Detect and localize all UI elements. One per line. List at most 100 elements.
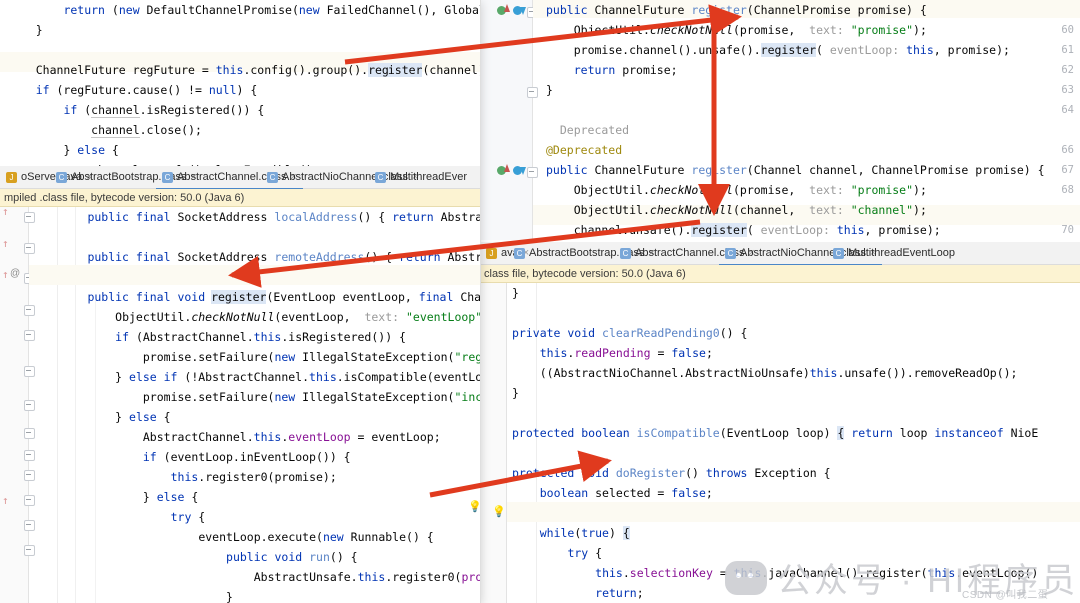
code-token: else if (129, 370, 178, 384)
code-line[interactable]: if (regFuture.cause() != null) { (8, 80, 480, 100)
code-token: ChannelPromise (460, 290, 481, 304)
code-token: try (170, 510, 192, 524)
code-line[interactable]: if (eventLoop.inEventLoop()) { (32, 447, 480, 467)
code-line[interactable]: try { (32, 507, 480, 527)
code-line[interactable]: protected boolean isCompatible(EventLoop… (512, 423, 1038, 443)
code-line[interactable]: public final SocketAddress remoteAddress… (32, 247, 480, 267)
code-line[interactable]: } (512, 283, 1038, 303)
code-line[interactable] (512, 303, 1038, 323)
code-token: } (546, 83, 553, 97)
code-line[interactable]: public ChannelFuture register(ChannelPro… (546, 0, 1045, 20)
code-line[interactable] (512, 443, 1038, 463)
code-line[interactable]: public final void register(EventLoop eve… (32, 287, 481, 307)
code-line[interactable]: return; (512, 583, 1038, 603)
code-line[interactable]: promise.channel().unsafe().register( eve… (546, 40, 1045, 60)
code-line[interactable]: if (channel.isRegistered()) { (8, 100, 480, 120)
code-line[interactable]: @Deprecated (546, 140, 1045, 160)
code-line[interactable]: public final SocketAddress localAddress(… (32, 207, 480, 227)
code-token: public final (87, 250, 178, 264)
code-token: promise.setFailure( (142, 390, 275, 404)
code-line[interactable]: eventLoop.execute(new Runnable() { (32, 527, 480, 547)
code-line[interactable]: } else if (!AbstractChannel.this.isCompa… (32, 367, 481, 387)
code-token: ; (705, 346, 713, 360)
run-gutter-icon[interactable] (497, 164, 510, 175)
code-line[interactable]: public ChannelFuture register(Channel ch… (546, 160, 1045, 180)
code-line[interactable]: ObjectUtil.checkNotNull(eventLoop, text:… (32, 307, 480, 327)
implementation-gutter-icon[interactable] (513, 166, 526, 175)
code-line[interactable]: } (546, 80, 1045, 100)
code-token: { (588, 546, 603, 560)
code-line[interactable]: if (AbstractChannel.this.isRegistered())… (32, 327, 480, 347)
editor-tab-label: MultithreadEver (390, 171, 468, 183)
code-line[interactable] (512, 403, 1038, 423)
editor-tab[interactable]: C MultithreadEver (369, 166, 473, 188)
code-line[interactable]: AbstractChannel.this.eventLoop = eventLo… (32, 427, 480, 447)
code-line[interactable]: Deprecated (546, 120, 1045, 140)
code-token: return (392, 210, 434, 224)
code-line[interactable] (32, 227, 480, 247)
back-gutter-divider-top (532, 0, 533, 240)
run-gutter-icon[interactable] (497, 4, 510, 15)
code-line[interactable]: ObjectUtil.checkNotNull(promise, text: "… (546, 20, 1045, 40)
code-token: new (118, 3, 140, 17)
code-line[interactable]: } else { (32, 407, 480, 427)
code-token: .isCompatible(eventLoop)) { (336, 370, 481, 384)
back-editor-tabbar[interactable]: Java × C AbstractBootstrap.class × C AbstractC… (480, 242, 1080, 266)
code-line[interactable]: } else { (8, 140, 480, 160)
code-line[interactable]: this.register0(promise); (32, 467, 480, 487)
modified-line-marker: ↑ (2, 494, 9, 507)
code-line[interactable]: this.selectionKey = this.javaChannel().r… (512, 563, 1038, 583)
front-editor-code-bottom[interactable]: public final SocketAddress localAddress(… (32, 207, 481, 603)
code-token: ); (913, 203, 927, 217)
back-editor-code-top[interactable]: public ChannelFuture register(ChannelPro… (546, 0, 1045, 260)
back-editor-code-bottom[interactable]: } private void clearReadPending0() {this… (512, 283, 1038, 603)
front-editor-tabbar[interactable]: JoServer.java × C AbstractBootstrap.class × C… (0, 166, 480, 190)
code-line[interactable]: channel.close(); (8, 120, 480, 140)
code-line[interactable]: return (new DefaultChannelPromise(new Fa… (8, 0, 480, 20)
code-token: text: (809, 203, 851, 217)
code-token: ( (816, 43, 830, 57)
code-token: = eventLoop; (350, 430, 441, 444)
code-line[interactable] (8, 40, 480, 60)
code-line[interactable]: ChannelFuture regFuture = this.config().… (8, 60, 480, 80)
code-token: AbstractChannel. (142, 430, 254, 444)
code-line[interactable] (512, 503, 1038, 523)
code-line[interactable]: AbstractUnsafe.this.register0(promise); (32, 567, 480, 587)
class-file-icon: C (375, 171, 386, 183)
code-line[interactable]: protected void doRegister() throws Excep… (512, 463, 1038, 483)
code-line[interactable]: } else { (32, 487, 480, 507)
code-token: if (63, 103, 78, 117)
implementation-gutter-icon[interactable] (513, 6, 526, 15)
back-editor-panel: 596061626364666768697071 💡 public Channe… (480, 0, 1080, 603)
fold-region-icon[interactable] (527, 87, 538, 98)
code-token: .isRegistered()) { (139, 103, 265, 117)
code-line[interactable]: ObjectUtil.checkNotNull(promise, text: "… (546, 180, 1045, 200)
code-line[interactable]: ((AbstractNioChannel.AbstractNioUnsafe)t… (512, 363, 1038, 383)
code-line[interactable]: while(true) { (512, 523, 1038, 543)
editor-tab[interactable]: C MultithreadEventLoop (827, 242, 961, 264)
code-line[interactable]: promise.setFailure(new IllegalStateExcep… (32, 387, 480, 407)
code-line[interactable]: this.readPending = false; (512, 343, 1038, 363)
fold-region-icon[interactable] (527, 167, 538, 178)
code-line[interactable]: private void clearReadPending0() { (512, 323, 1038, 343)
code-line[interactable]: } (512, 383, 1038, 403)
code-line[interactable] (32, 267, 480, 287)
code-line[interactable]: try { (512, 543, 1038, 563)
code-line[interactable]: promise.setFailure(new IllegalStateExcep… (32, 347, 480, 367)
code-line[interactable]: return promise; (546, 60, 1045, 80)
code-line[interactable]: boolean selected = false; (512, 483, 1038, 503)
code-line[interactable]: } (8, 20, 480, 40)
code-line[interactable]: public void run() { (32, 547, 480, 567)
code-token: reg (368, 63, 389, 77)
code-token: instanceof (934, 426, 1004, 440)
override-gutter-icon[interactable]: @ (10, 268, 20, 279)
code-token: (!AbstractChannel. (177, 370, 310, 384)
code-line[interactable]: ObjectUtil.checkNotNull(channel, text: "… (546, 200, 1045, 220)
code-token: selected = (595, 486, 672, 500)
code-token: this (215, 63, 244, 77)
intention-bulb-icon[interactable]: 💡 (492, 506, 506, 517)
code-line[interactable]: } (32, 587, 480, 603)
code-line[interactable] (546, 100, 1045, 120)
code-line[interactable]: channel.unsafe().register( eventLoop: th… (546, 220, 1045, 240)
code-token: channel (91, 103, 140, 118)
